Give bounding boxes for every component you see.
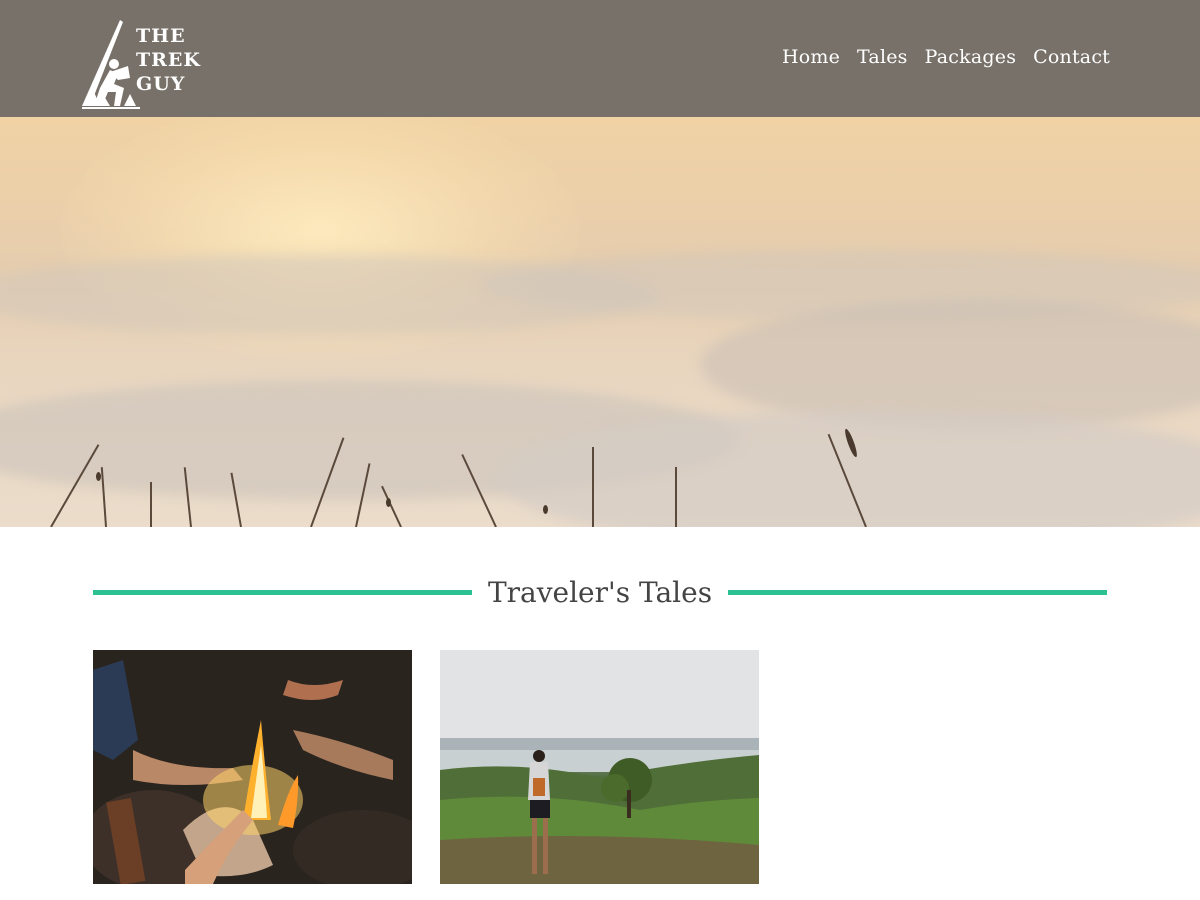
site-header: THE TREK GUY Home Tales Packages Contact bbox=[0, 0, 1200, 117]
heading-divider-right bbox=[728, 589, 1108, 595]
hiker-overlook-photo bbox=[440, 650, 759, 884]
logo-line: GUY bbox=[136, 73, 186, 95]
grass-stem bbox=[150, 482, 152, 527]
nav-packages[interactable]: Packages bbox=[925, 46, 1017, 68]
grass-seed-head bbox=[386, 498, 391, 507]
grass-stem bbox=[592, 447, 594, 527]
nav-home[interactable]: Home bbox=[782, 46, 840, 68]
grass-seed-head bbox=[96, 472, 101, 481]
tale-card-hiker[interactable] bbox=[440, 650, 759, 884]
campfire-photo bbox=[93, 650, 412, 884]
site-logo[interactable]: THE TREK GUY bbox=[80, 18, 201, 110]
nav-tales[interactable]: Tales bbox=[857, 46, 908, 68]
tales-section-heading: Traveler's Tales bbox=[93, 570, 1108, 614]
grass-stem bbox=[675, 467, 677, 527]
tale-card-campfire[interactable] bbox=[93, 650, 412, 884]
section-title: Traveler's Tales bbox=[487, 575, 713, 609]
heading-divider-left bbox=[93, 589, 472, 595]
logo-wordmark: THE TREK GUY bbox=[136, 24, 201, 96]
grass-seed-head bbox=[543, 505, 548, 514]
logo-line: THE bbox=[136, 25, 186, 47]
nav-contact[interactable]: Contact bbox=[1033, 46, 1110, 68]
main-nav: Home Tales Packages Contact bbox=[782, 46, 1110, 68]
logo-line: TREK bbox=[136, 49, 201, 71]
